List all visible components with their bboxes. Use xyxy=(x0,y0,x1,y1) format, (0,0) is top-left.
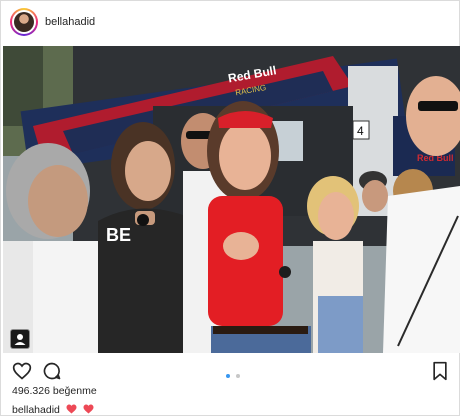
photo-sign-number: 4 xyxy=(357,124,364,138)
caption: bellahadid xyxy=(12,404,94,416)
comment-bubble-icon[interactable] xyxy=(42,361,62,381)
post-header: bellahadid xyxy=(1,1,459,45)
avatar[interactable] xyxy=(10,8,38,36)
red-heart-emoji-icon xyxy=(66,404,77,414)
bookmark-icon[interactable] xyxy=(431,361,451,381)
heart-outline-icon[interactable] xyxy=(12,361,32,381)
post-photo[interactable]: Red Bull RACING 4 Red Bull BE xyxy=(3,46,460,353)
user-tag-icon[interactable] xyxy=(10,329,30,349)
caption-username[interactable]: bellahadid xyxy=(12,404,60,416)
username[interactable]: bellahadid xyxy=(45,16,95,28)
carousel-dot xyxy=(236,374,241,378)
likes-count[interactable]: 496.326 beğenme xyxy=(12,385,97,397)
carousel-indicator xyxy=(225,365,241,383)
photo-shirt-text: BE xyxy=(106,225,131,245)
carousel-dot-active xyxy=(226,374,230,378)
photo-illustration: Red Bull RACING 4 Red Bull BE xyxy=(3,46,460,353)
red-heart-emoji-icon xyxy=(83,404,94,414)
avatar-image xyxy=(14,12,34,32)
instagram-post: bellahadid Red Bull RACING 4 Red Bull BE… xyxy=(0,0,460,416)
